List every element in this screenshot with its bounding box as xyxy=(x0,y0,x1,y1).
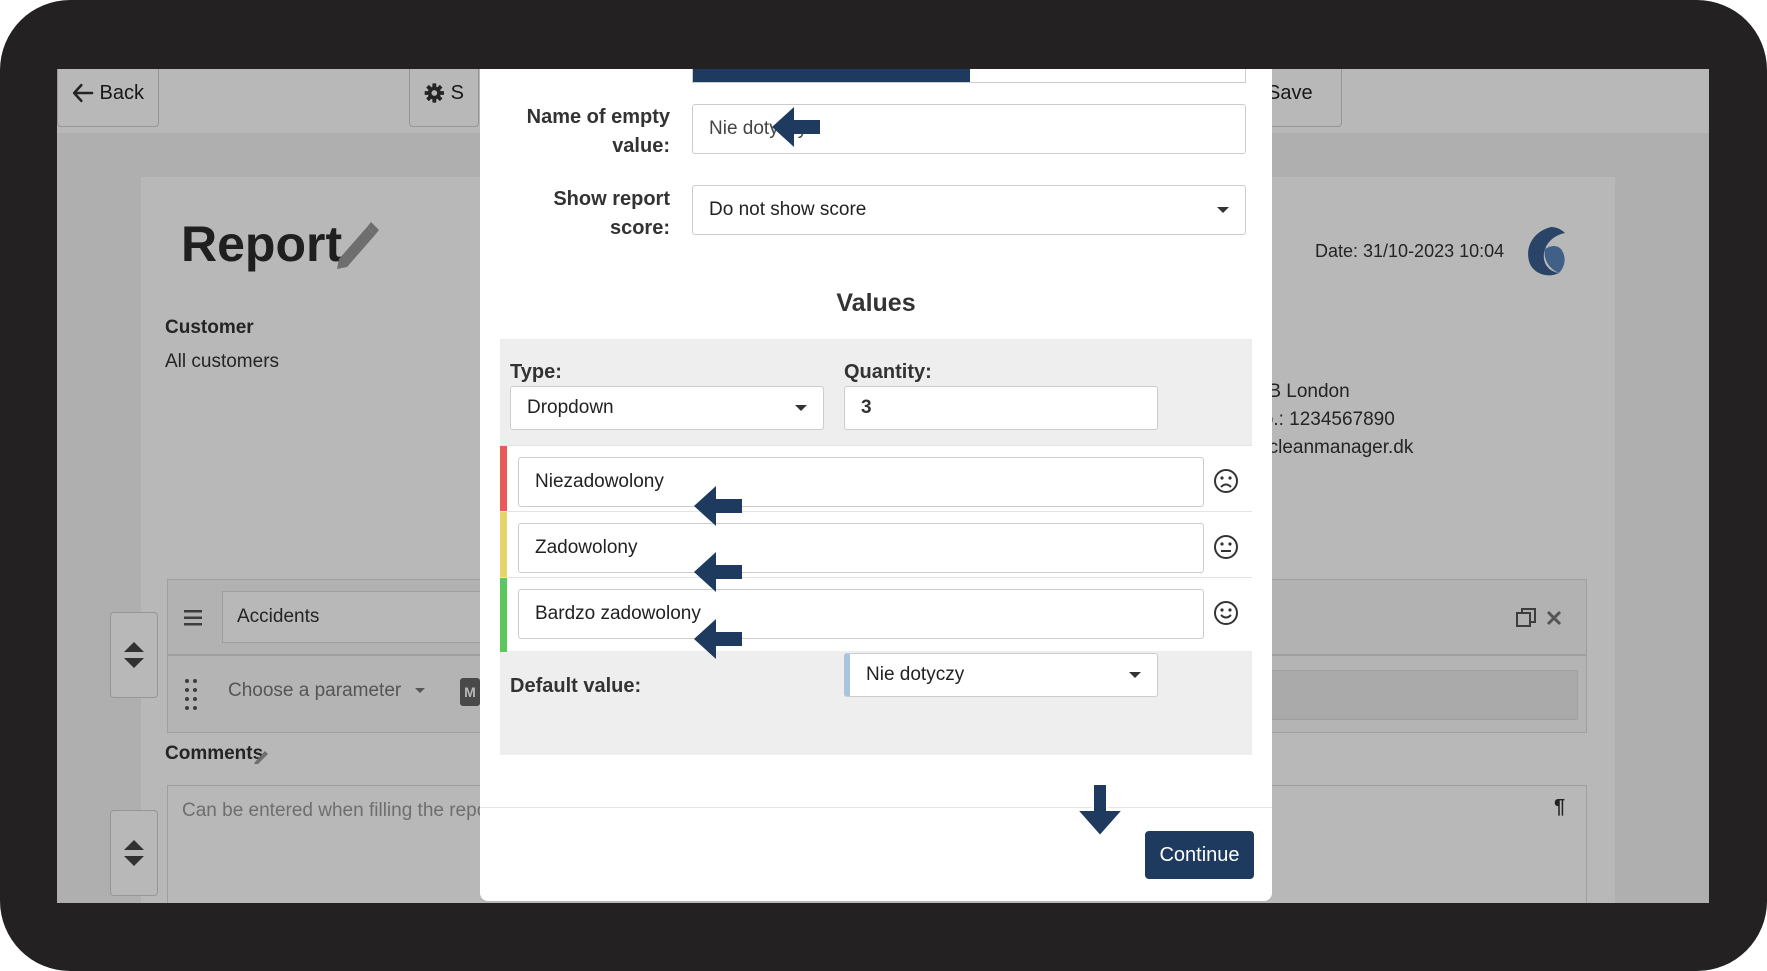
progress-bar xyxy=(692,69,1246,83)
value-row: Zadowolony xyxy=(500,511,1252,586)
happy-face-icon[interactable] xyxy=(1213,600,1239,626)
value-input[interactable]: Zadowolony xyxy=(518,523,1204,573)
show-score-select[interactable]: Do not show score xyxy=(692,185,1246,235)
values-modal: Name of empty value: Nie dotyczy Show re… xyxy=(480,69,1272,901)
chevron-down-icon xyxy=(1217,207,1229,213)
quantity-input[interactable]: 3 xyxy=(844,386,1158,430)
value-label: Niezadowolony xyxy=(535,471,664,492)
value-row: Bardzo zadowolony xyxy=(500,577,1252,652)
arrow-left-icon xyxy=(694,552,742,592)
arrow-left-icon xyxy=(772,107,820,147)
arrow-down-icon xyxy=(1075,783,1125,838)
default-value-select[interactable]: Nie dotyczy xyxy=(844,653,1158,697)
type-label: Type: xyxy=(510,361,562,383)
value-row: Niezadowolony xyxy=(500,445,1252,520)
value-label: Bardzo zadowolony xyxy=(535,603,701,624)
value-input[interactable]: Bardzo zadowolony xyxy=(518,589,1204,639)
quantity-label: Quantity: xyxy=(844,361,932,383)
quantity-value: 3 xyxy=(861,397,872,418)
values-heading: Values xyxy=(836,289,916,317)
progress-bar-fill xyxy=(693,69,970,82)
value-color-bar xyxy=(500,578,507,652)
neutral-face-icon[interactable] xyxy=(1213,534,1239,560)
screen: Back S Save Report Date: 31/10-2023 10:0… xyxy=(57,69,1709,903)
default-value-label: Default value: xyxy=(510,675,642,697)
value-color-bar xyxy=(500,512,507,586)
sad-face-icon[interactable] xyxy=(1213,468,1239,494)
arrow-left-icon xyxy=(694,619,742,659)
chevron-down-icon xyxy=(795,405,807,411)
type-select[interactable]: Dropdown xyxy=(510,386,824,430)
arrow-left-icon xyxy=(694,486,742,526)
footer-divider xyxy=(480,807,1272,808)
continue-button[interactable]: Continue xyxy=(1145,831,1254,879)
show-score-value: Do not show score xyxy=(709,199,867,220)
default-value-text: Nie dotyczy xyxy=(866,664,965,685)
chevron-down-icon xyxy=(1129,672,1141,678)
empty-value-label: Name of empty value: xyxy=(526,106,670,157)
device-frame: Back S Save Report Date: 31/10-2023 10:0… xyxy=(0,0,1767,971)
type-value: Dropdown xyxy=(527,397,614,418)
value-label: Zadowolony xyxy=(535,537,638,558)
value-input[interactable]: Niezadowolony xyxy=(518,457,1204,507)
show-score-label: Show report score: xyxy=(553,188,670,239)
value-color-bar xyxy=(500,446,507,520)
values-panel: Type: Quantity: Dropdown 3 Niezadowolony xyxy=(500,339,1252,755)
